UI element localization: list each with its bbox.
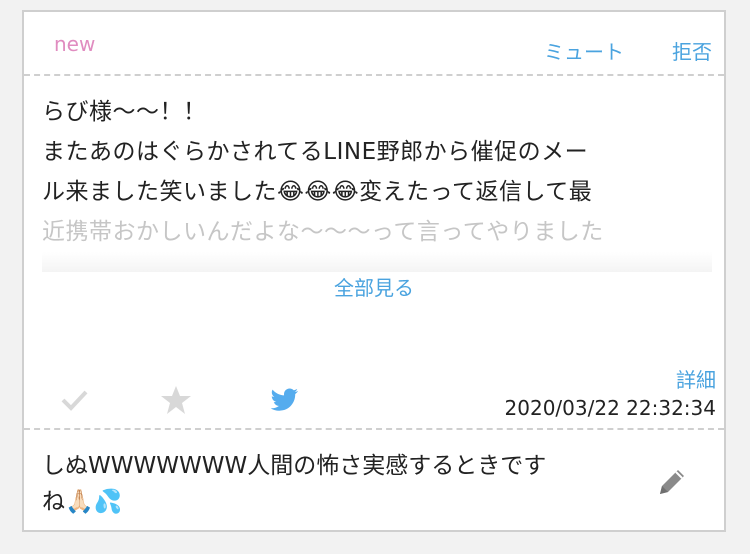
- message-card: new ミュート 拒否 らび様〜〜！！ またあのはぐらかされてるLINE野郎から…: [22, 10, 726, 532]
- check-icon[interactable]: [56, 382, 92, 418]
- reply-line: しぬWWWWWWW人間の怖さ実感するときです: [42, 453, 547, 479]
- reply-text: しぬWWWWWWW人間の怖さ実感するときです ね🙏🏻💦: [42, 448, 602, 520]
- message-line: またあのはぐらかされてるLINE野郎から催促のメー: [42, 139, 589, 165]
- message-line-faded: 近携帯おかしいんだよな〜〜〜って言ってやりました: [42, 219, 604, 245]
- message-line: ル来ました笑いました😂😂😂変えたって返信して最: [42, 179, 593, 205]
- details-link[interactable]: 詳細: [676, 364, 716, 393]
- truncation-fade: [42, 252, 712, 272]
- new-badge: new: [54, 32, 96, 56]
- show-all-link[interactable]: 全部見る: [24, 272, 724, 301]
- top-divider: [24, 74, 724, 76]
- message-line: らび様〜〜！！: [42, 99, 207, 125]
- reject-button[interactable]: 拒否: [672, 36, 712, 65]
- twitter-icon[interactable]: [266, 382, 302, 418]
- timestamp: 2020/03/22 22:32:34: [504, 396, 716, 420]
- bottom-divider: [24, 428, 724, 430]
- message-body: らび様〜〜！！ またあのはぐらかされてるLINE野郎から催促のメー ル来ました笑…: [42, 92, 712, 252]
- pencil-icon[interactable]: [654, 464, 690, 500]
- reply-line: ね🙏🏻💦: [42, 489, 123, 515]
- mute-button[interactable]: ミュート: [544, 36, 624, 65]
- star-icon[interactable]: [158, 382, 194, 418]
